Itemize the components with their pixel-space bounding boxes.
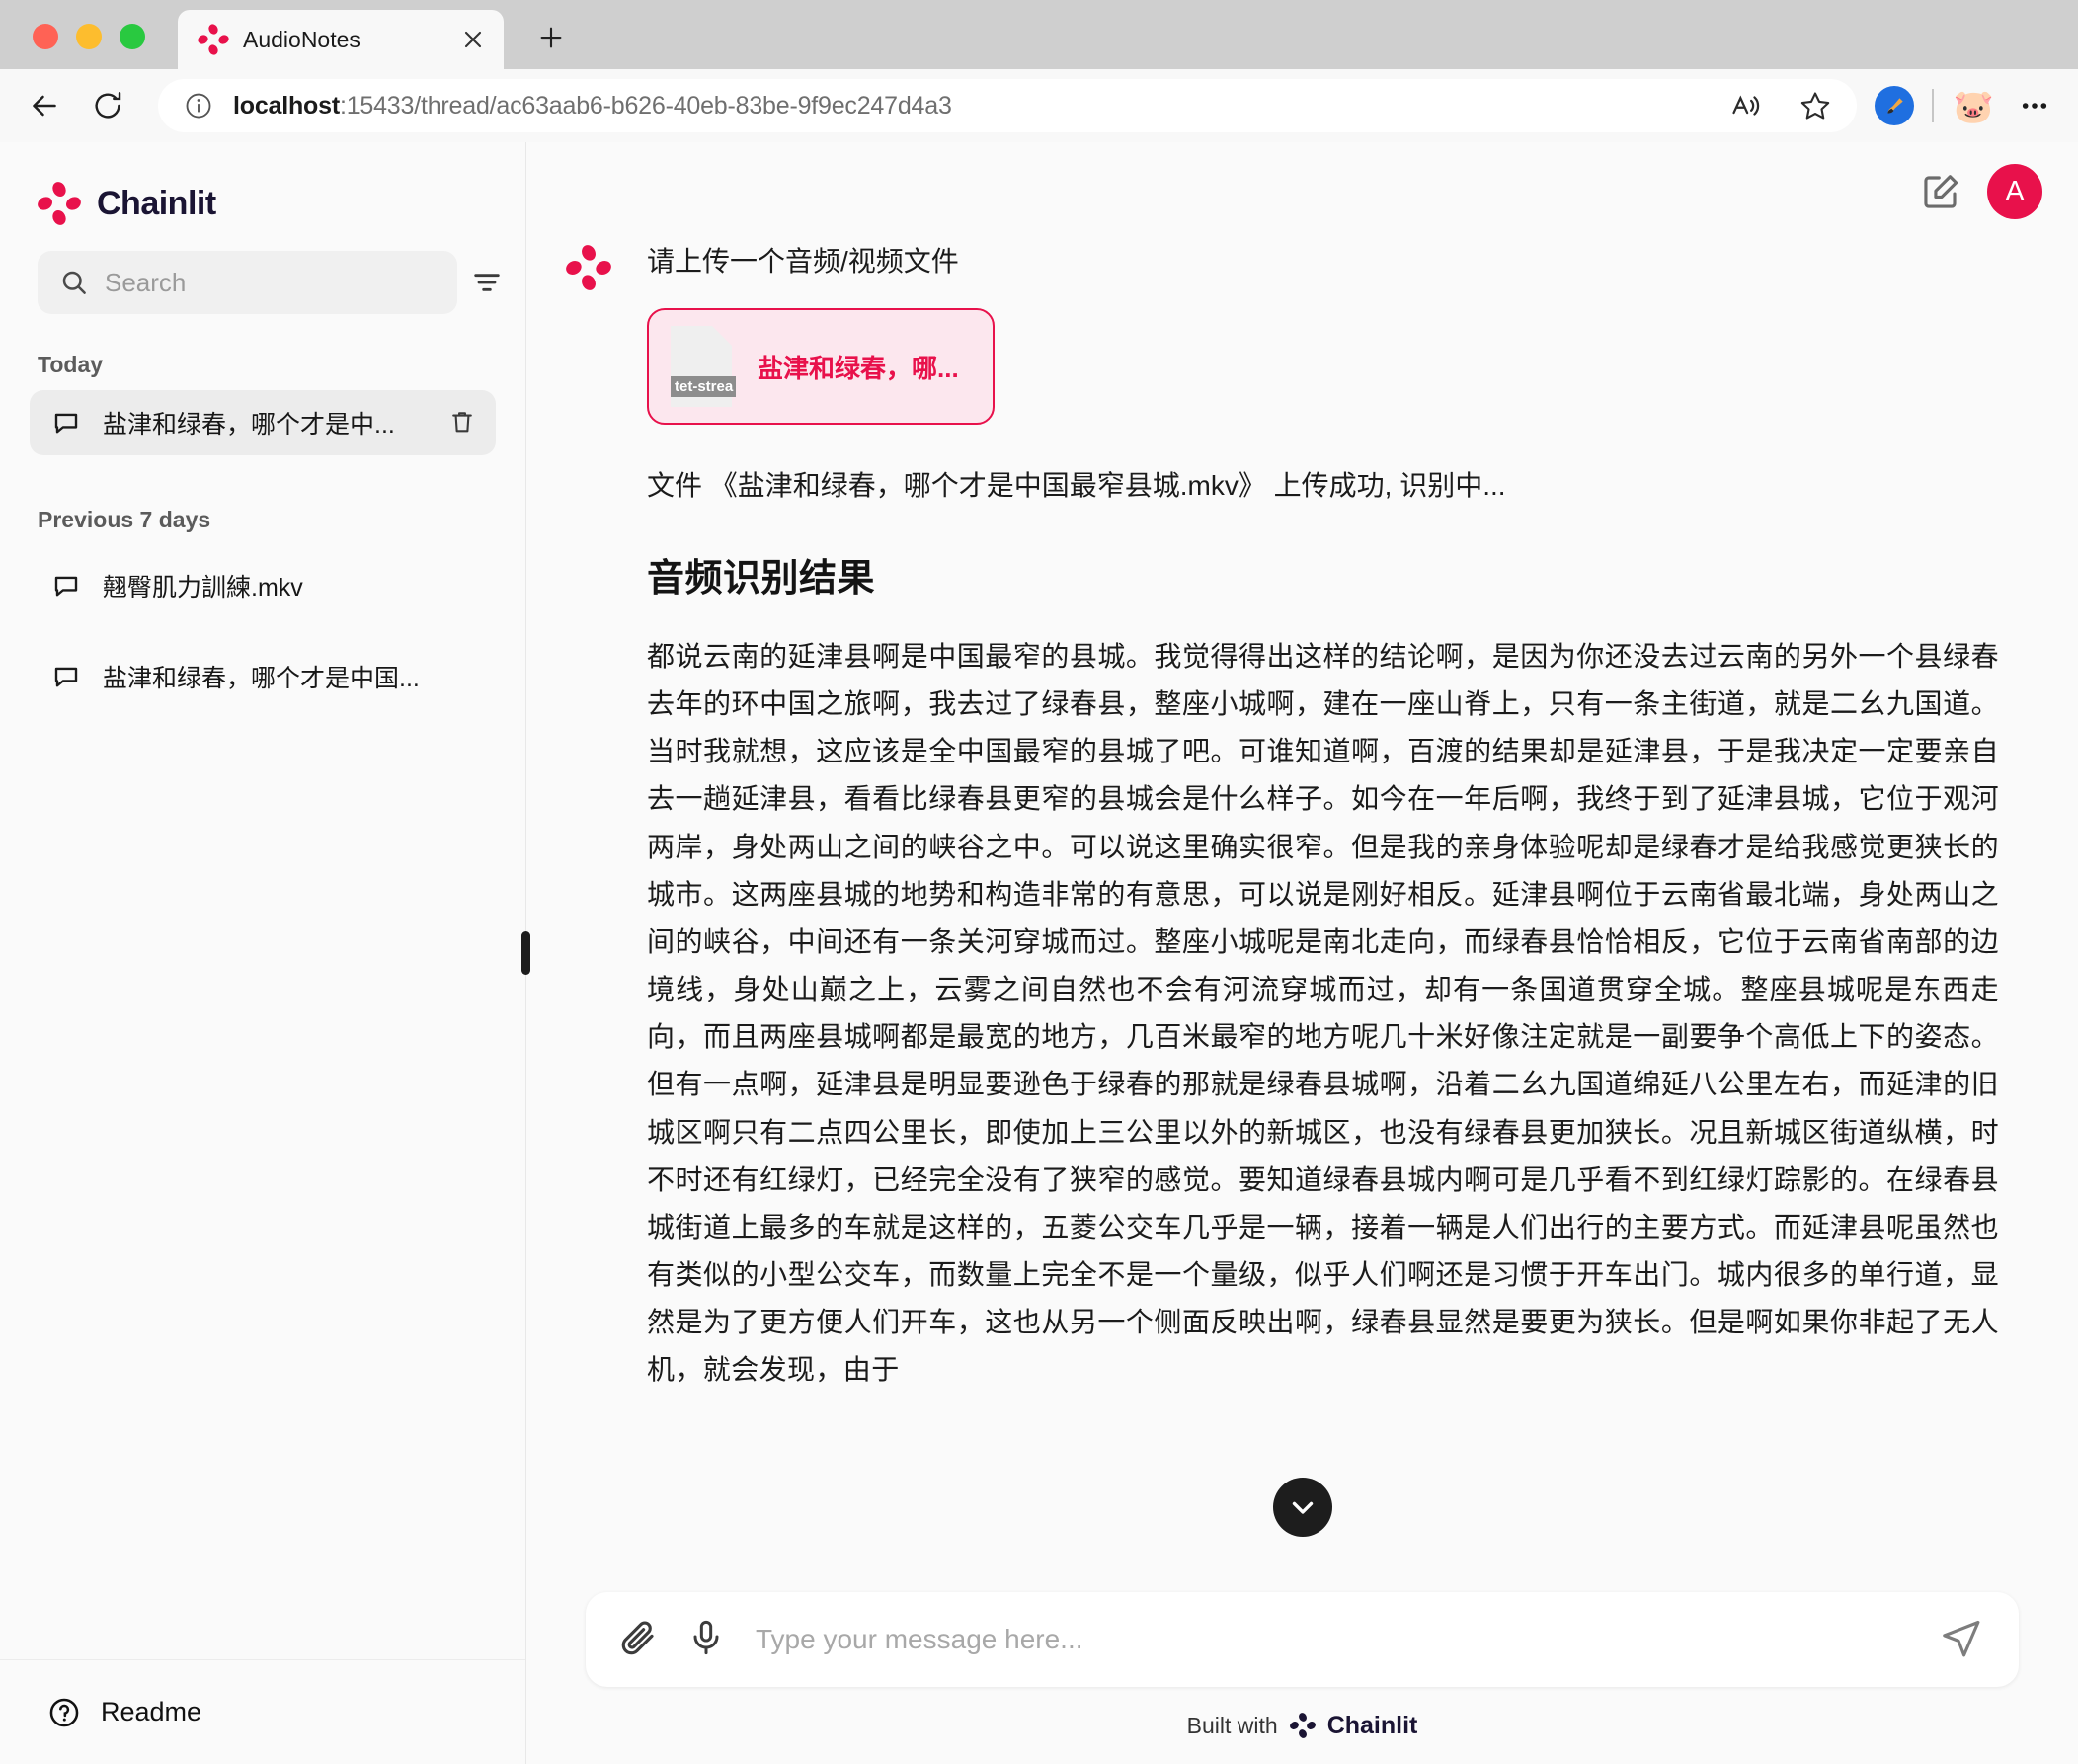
sidebar-group-label-today: Today (0, 314, 525, 378)
assistant-message: 请上传一个音频/视频文件 tet-strea 盐津和绿春，哪... 文件 《盐津… (526, 241, 1999, 1395)
sidebar-footer[interactable]: Readme (0, 1659, 525, 1764)
plus-icon[interactable] (533, 20, 569, 55)
new-chat-edit-icon[interactable] (1920, 171, 1961, 212)
trash-icon[interactable] (448, 408, 478, 438)
browser-tabstrip: AudioNotes (0, 0, 2078, 69)
file-mime-badge: tet-strea (671, 376, 736, 397)
upload-status-text: 文件 《盐津和绿春，哪个才是中国最窄县城.mkv》 上传成功, 识别中... (647, 464, 1999, 504)
info-circle-icon[interactable] (184, 91, 213, 120)
send-icon[interactable] (1940, 1617, 1985, 1662)
file-attachment-card[interactable]: tet-strea 盐津和绿春，哪... (647, 308, 995, 425)
built-with-brand: Chainlit (1327, 1712, 1418, 1740)
chainlit-logo-icon (566, 245, 611, 290)
sidebar-brand: Chainlit (0, 142, 525, 233)
readme-link-label: Readme (101, 1697, 201, 1727)
more-horizontal-icon[interactable] (2013, 84, 2056, 127)
built-with-footer: Built with Chainlit (526, 1687, 2078, 1764)
window-close-button[interactable] (33, 24, 58, 49)
search-box[interactable] (38, 251, 457, 314)
sidebar: Chainlit (0, 142, 526, 1764)
sidebar-thread-list-previous: 翹臀肌力訓練.mkv 盐津和绿春，哪个才是中国... (0, 553, 525, 723)
browser-toolbar: localhost:15433/thread/ac63aab6-b626-40e… (0, 69, 2078, 142)
sidebar-thread-list-today: 盐津和绿春，哪个才是中... (0, 390, 525, 469)
chainlit-logo-icon (198, 24, 229, 55)
sidebar-thread-item[interactable]: 盐津和绿春，哪个才是中... (30, 390, 496, 455)
sidebar-thread-item[interactable]: 盐津和绿春，哪个才是中国... (30, 644, 496, 709)
question-circle-icon (47, 1696, 81, 1729)
chainlit-logo-icon (1290, 1713, 1316, 1738)
microphone-icon[interactable] (686, 1618, 730, 1661)
browser-tab-title: AudioNotes (243, 27, 444, 53)
sidebar-group-label-previous-7-days: Previous 7 days (0, 469, 525, 533)
url-path: :15433/thread/ac63aab6-b626-40eb-83be-9f… (340, 92, 952, 120)
sidebar-thread-label: 翹臀肌力訓練.mkv (103, 568, 478, 603)
main-chat-panel: A 请上传一个 (526, 142, 2078, 1764)
sidebar-thread-label: 盐津和绿春，哪个才是中... (103, 405, 427, 441)
paperclip-icon[interactable] (617, 1618, 661, 1661)
conversation-scroll-area[interactable]: 请上传一个音频/视频文件 tet-strea 盐津和绿春，哪... 文件 《盐津… (526, 241, 2078, 1592)
omnibox-actions (1724, 84, 1837, 127)
chevron-down-icon[interactable] (1273, 1478, 1332, 1537)
message-input[interactable] (756, 1624, 1914, 1655)
result-heading: 音频识别结果 (647, 547, 1999, 601)
chat-bubble-icon (51, 662, 81, 691)
sidebar-resize-handle[interactable] (521, 931, 530, 975)
address-bar[interactable]: localhost:15433/thread/ac63aab6-b626-40e… (158, 79, 1857, 132)
sidebar-search-row (0, 233, 525, 314)
reload-icon[interactable] (85, 83, 130, 128)
browser-tab[interactable]: AudioNotes (178, 10, 504, 69)
search-icon (59, 268, 89, 297)
window-minimize-button[interactable] (76, 24, 102, 49)
close-icon[interactable] (458, 25, 488, 54)
chat-bubble-icon (51, 408, 81, 438)
extension-brush-icon[interactable] (1875, 86, 1914, 125)
file-icon: tet-strea (671, 326, 732, 407)
sidebar-thread-item[interactable]: 翹臀肌力訓練.mkv (30, 553, 496, 618)
transcript-text: 都说云南的延津县啊是中国最窄的县城。我觉得得出这样的结论啊，是因为你还没去过云南… (647, 633, 1999, 1395)
filter-icon[interactable] (471, 262, 503, 303)
back-arrow-icon[interactable] (22, 83, 67, 128)
chainlit-logo-icon (38, 182, 81, 225)
sidebar-thread-label: 盐津和绿春，哪个才是中国... (103, 659, 478, 694)
assistant-message-body: 请上传一个音频/视频文件 tet-strea 盐津和绿春，哪... 文件 《盐津… (647, 241, 1999, 1395)
browser-window: AudioNotes (0, 0, 2078, 1764)
toolbar-divider (1932, 89, 1934, 122)
sidebar-brand-name: Chainlit (97, 185, 216, 223)
file-name-label: 盐津和绿春，哪... (758, 349, 959, 385)
window-maximize-button[interactable] (120, 24, 145, 49)
upload-prompt-text: 请上传一个音频/视频文件 (647, 241, 1999, 282)
avatar[interactable]: A (1987, 164, 2042, 219)
pig-avatar-icon[interactable]: 🐷 (1952, 84, 1995, 127)
search-input[interactable] (105, 268, 436, 298)
built-with-prefix: Built with (1187, 1713, 1278, 1739)
address-bar-url: localhost:15433/thread/ac63aab6-b626-40e… (233, 92, 1705, 120)
message-composer[interactable] (586, 1592, 2019, 1687)
composer-wrapper (526, 1592, 2078, 1687)
main-header: A (526, 142, 2078, 241)
page-viewport: Chainlit (0, 142, 2078, 1764)
chat-bubble-icon (51, 571, 81, 601)
read-aloud-icon[interactable] (1724, 84, 1768, 127)
window-traffic-lights (33, 24, 145, 49)
url-host: localhost (233, 92, 340, 120)
star-icon[interactable] (1794, 84, 1837, 127)
